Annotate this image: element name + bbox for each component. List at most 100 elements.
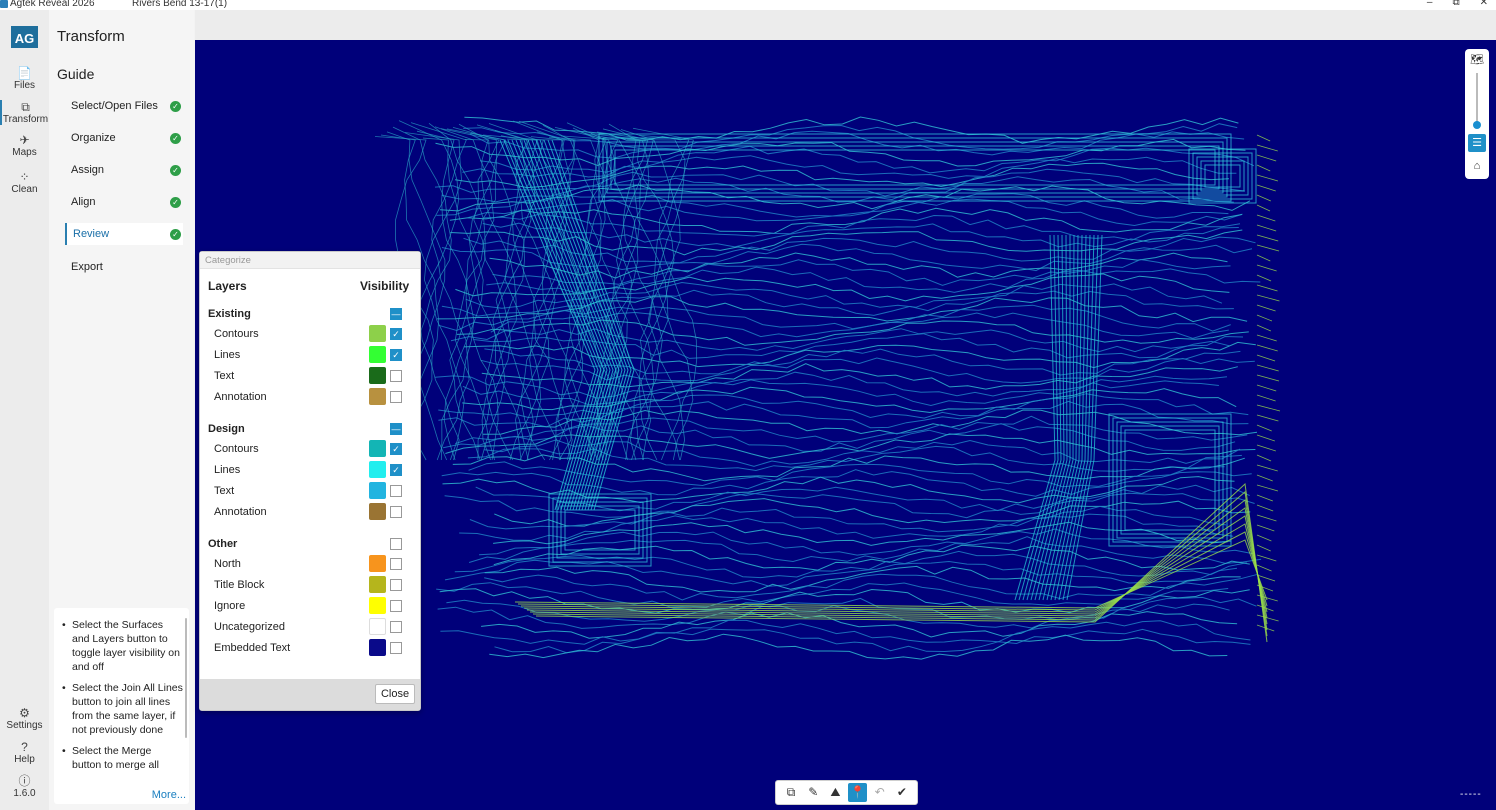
- close-button[interactable]: Close: [375, 684, 415, 704]
- pin-icon[interactable]: 📍: [848, 783, 868, 802]
- contour-line: [1256, 414, 1279, 422]
- layer-row: Uncategorized: [214, 618, 404, 636]
- tips-scrollbar[interactable]: [185, 618, 187, 738]
- contour-line: [1256, 194, 1271, 202]
- contour-line: [1256, 184, 1276, 192]
- map-view-icon[interactable]: 🗺: [1468, 51, 1486, 69]
- group-design-checkbox[interactable]: [390, 423, 402, 435]
- home-icon[interactable]: ⌂: [1468, 157, 1486, 175]
- contour-line: [446, 128, 507, 461]
- nav-maps[interactable]: ✈ Maps: [0, 133, 49, 158]
- step-organize[interactable]: Organize ✓: [65, 127, 183, 149]
- visibility-checkbox[interactable]: [390, 579, 402, 591]
- visibility-checkbox[interactable]: [390, 621, 402, 633]
- group-existing-checkbox[interactable]: [390, 308, 402, 320]
- contour-line: [1256, 424, 1272, 432]
- step-label: Export: [71, 261, 103, 273]
- minimize-button[interactable]: –: [1427, 0, 1433, 8]
- group-other-checkbox[interactable]: [390, 538, 402, 550]
- layer-label: Lines: [214, 349, 241, 361]
- visibility-checkbox[interactable]: [390, 642, 402, 654]
- nav-clean[interactable]: ⁘ Clean: [0, 170, 49, 195]
- color-swatch[interactable]: [369, 576, 386, 593]
- color-swatch[interactable]: [369, 597, 386, 614]
- help-icon: ?: [21, 740, 28, 754]
- contour-line: [1256, 334, 1277, 342]
- maximize-button[interactable]: ⧉: [1452, 0, 1459, 8]
- contour-line: [1256, 274, 1272, 282]
- title-bar: Agtek Reveal 2026 Rivers Bend 13-17(1) –…: [0, 0, 1496, 10]
- layer-label: Uncategorized: [214, 621, 285, 633]
- transform-icon: ⧉: [21, 100, 30, 114]
- visibility-checkbox[interactable]: [390, 391, 402, 403]
- visibility-checkbox[interactable]: [390, 349, 402, 361]
- visibility-checkbox[interactable]: [390, 506, 402, 518]
- color-swatch[interactable]: [369, 618, 386, 635]
- color-swatch[interactable]: [369, 482, 386, 499]
- visibility-checkbox[interactable]: [390, 485, 402, 497]
- color-swatch[interactable]: [369, 639, 386, 656]
- guide-heading: Guide: [57, 66, 95, 82]
- visibility-header: Visibility: [360, 279, 410, 293]
- contour-line: [438, 304, 1231, 332]
- contour-line: [1256, 534, 1272, 542]
- step-review[interactable]: Review ✓: [65, 223, 183, 245]
- tip-item: Select the Join All Lines button to join…: [60, 681, 183, 737]
- contour-line: [1256, 434, 1275, 442]
- contour-line: [1256, 454, 1272, 462]
- nav-help[interactable]: ? Help: [0, 740, 49, 765]
- contour-line: [468, 461, 1225, 488]
- layer-row: Annotation: [214, 388, 404, 406]
- color-swatch[interactable]: [369, 461, 386, 478]
- color-swatch[interactable]: [369, 346, 386, 363]
- visibility-checkbox[interactable]: [390, 328, 402, 340]
- layers-header: Layers: [208, 279, 247, 293]
- done-icon[interactable]: ✔: [892, 783, 911, 802]
- surfaces-icon[interactable]: ⛰: [826, 783, 845, 802]
- color-swatch[interactable]: [369, 440, 386, 457]
- layer-label: Annotation: [214, 506, 267, 518]
- color-swatch[interactable]: [369, 503, 386, 520]
- tip-item: Select the Surfaces and Layers button to…: [60, 618, 183, 674]
- contour-line: [1256, 394, 1276, 402]
- visibility-checkbox[interactable]: [390, 443, 402, 455]
- more-link[interactable]: More...: [147, 788, 186, 802]
- contour-line: [1256, 364, 1279, 372]
- layers-list-icon[interactable]: ☰: [1468, 134, 1486, 152]
- contour-line: [452, 454, 1245, 482]
- contour-line: [444, 559, 1238, 587]
- join-lines-icon[interactable]: ✎: [804, 783, 823, 802]
- color-swatch[interactable]: [369, 325, 386, 342]
- top-ribbon: [195, 10, 1496, 40]
- undo-icon[interactable]: ↶: [870, 783, 889, 802]
- dialog-footer: Close: [200, 679, 420, 710]
- step-align[interactable]: Align ✓: [65, 191, 183, 213]
- visibility-checkbox[interactable]: [390, 600, 402, 612]
- nav-version[interactable]: ⓘ 1.6.0: [0, 774, 49, 799]
- step-label: Organize: [71, 132, 116, 144]
- contour-line: [1256, 344, 1278, 352]
- contour-line: [1256, 474, 1273, 482]
- visibility-checkbox[interactable]: [390, 464, 402, 476]
- step-export[interactable]: Export: [65, 256, 183, 278]
- contour-line: [1256, 144, 1278, 152]
- color-swatch[interactable]: [369, 367, 386, 384]
- nav-help-label: Help: [14, 754, 35, 765]
- color-swatch[interactable]: [369, 555, 386, 572]
- contour-line: [1256, 554, 1277, 562]
- step-assign[interactable]: Assign ✓: [65, 159, 183, 181]
- close-window-button[interactable]: ✕: [1480, 0, 1488, 8]
- nav-transform[interactable]: ⧉ Transform: [0, 100, 49, 125]
- contour-line: [1120, 425, 1220, 535]
- zoom-slider-track[interactable]: [1476, 73, 1478, 128]
- color-swatch[interactable]: [369, 388, 386, 405]
- contour-line: [1256, 404, 1281, 412]
- nav-transform-label: Transform: [2, 114, 49, 125]
- step-select-open-files[interactable]: Select/Open Files ✓: [65, 95, 183, 117]
- zoom-slider-knob[interactable]: [1473, 121, 1481, 129]
- visibility-checkbox[interactable]: [390, 370, 402, 382]
- copy-layers-icon[interactable]: ⧉: [782, 783, 801, 802]
- visibility-checkbox[interactable]: [390, 558, 402, 570]
- nav-files[interactable]: 📄 Files: [0, 66, 49, 91]
- nav-settings[interactable]: ⚙ Settings: [0, 706, 49, 731]
